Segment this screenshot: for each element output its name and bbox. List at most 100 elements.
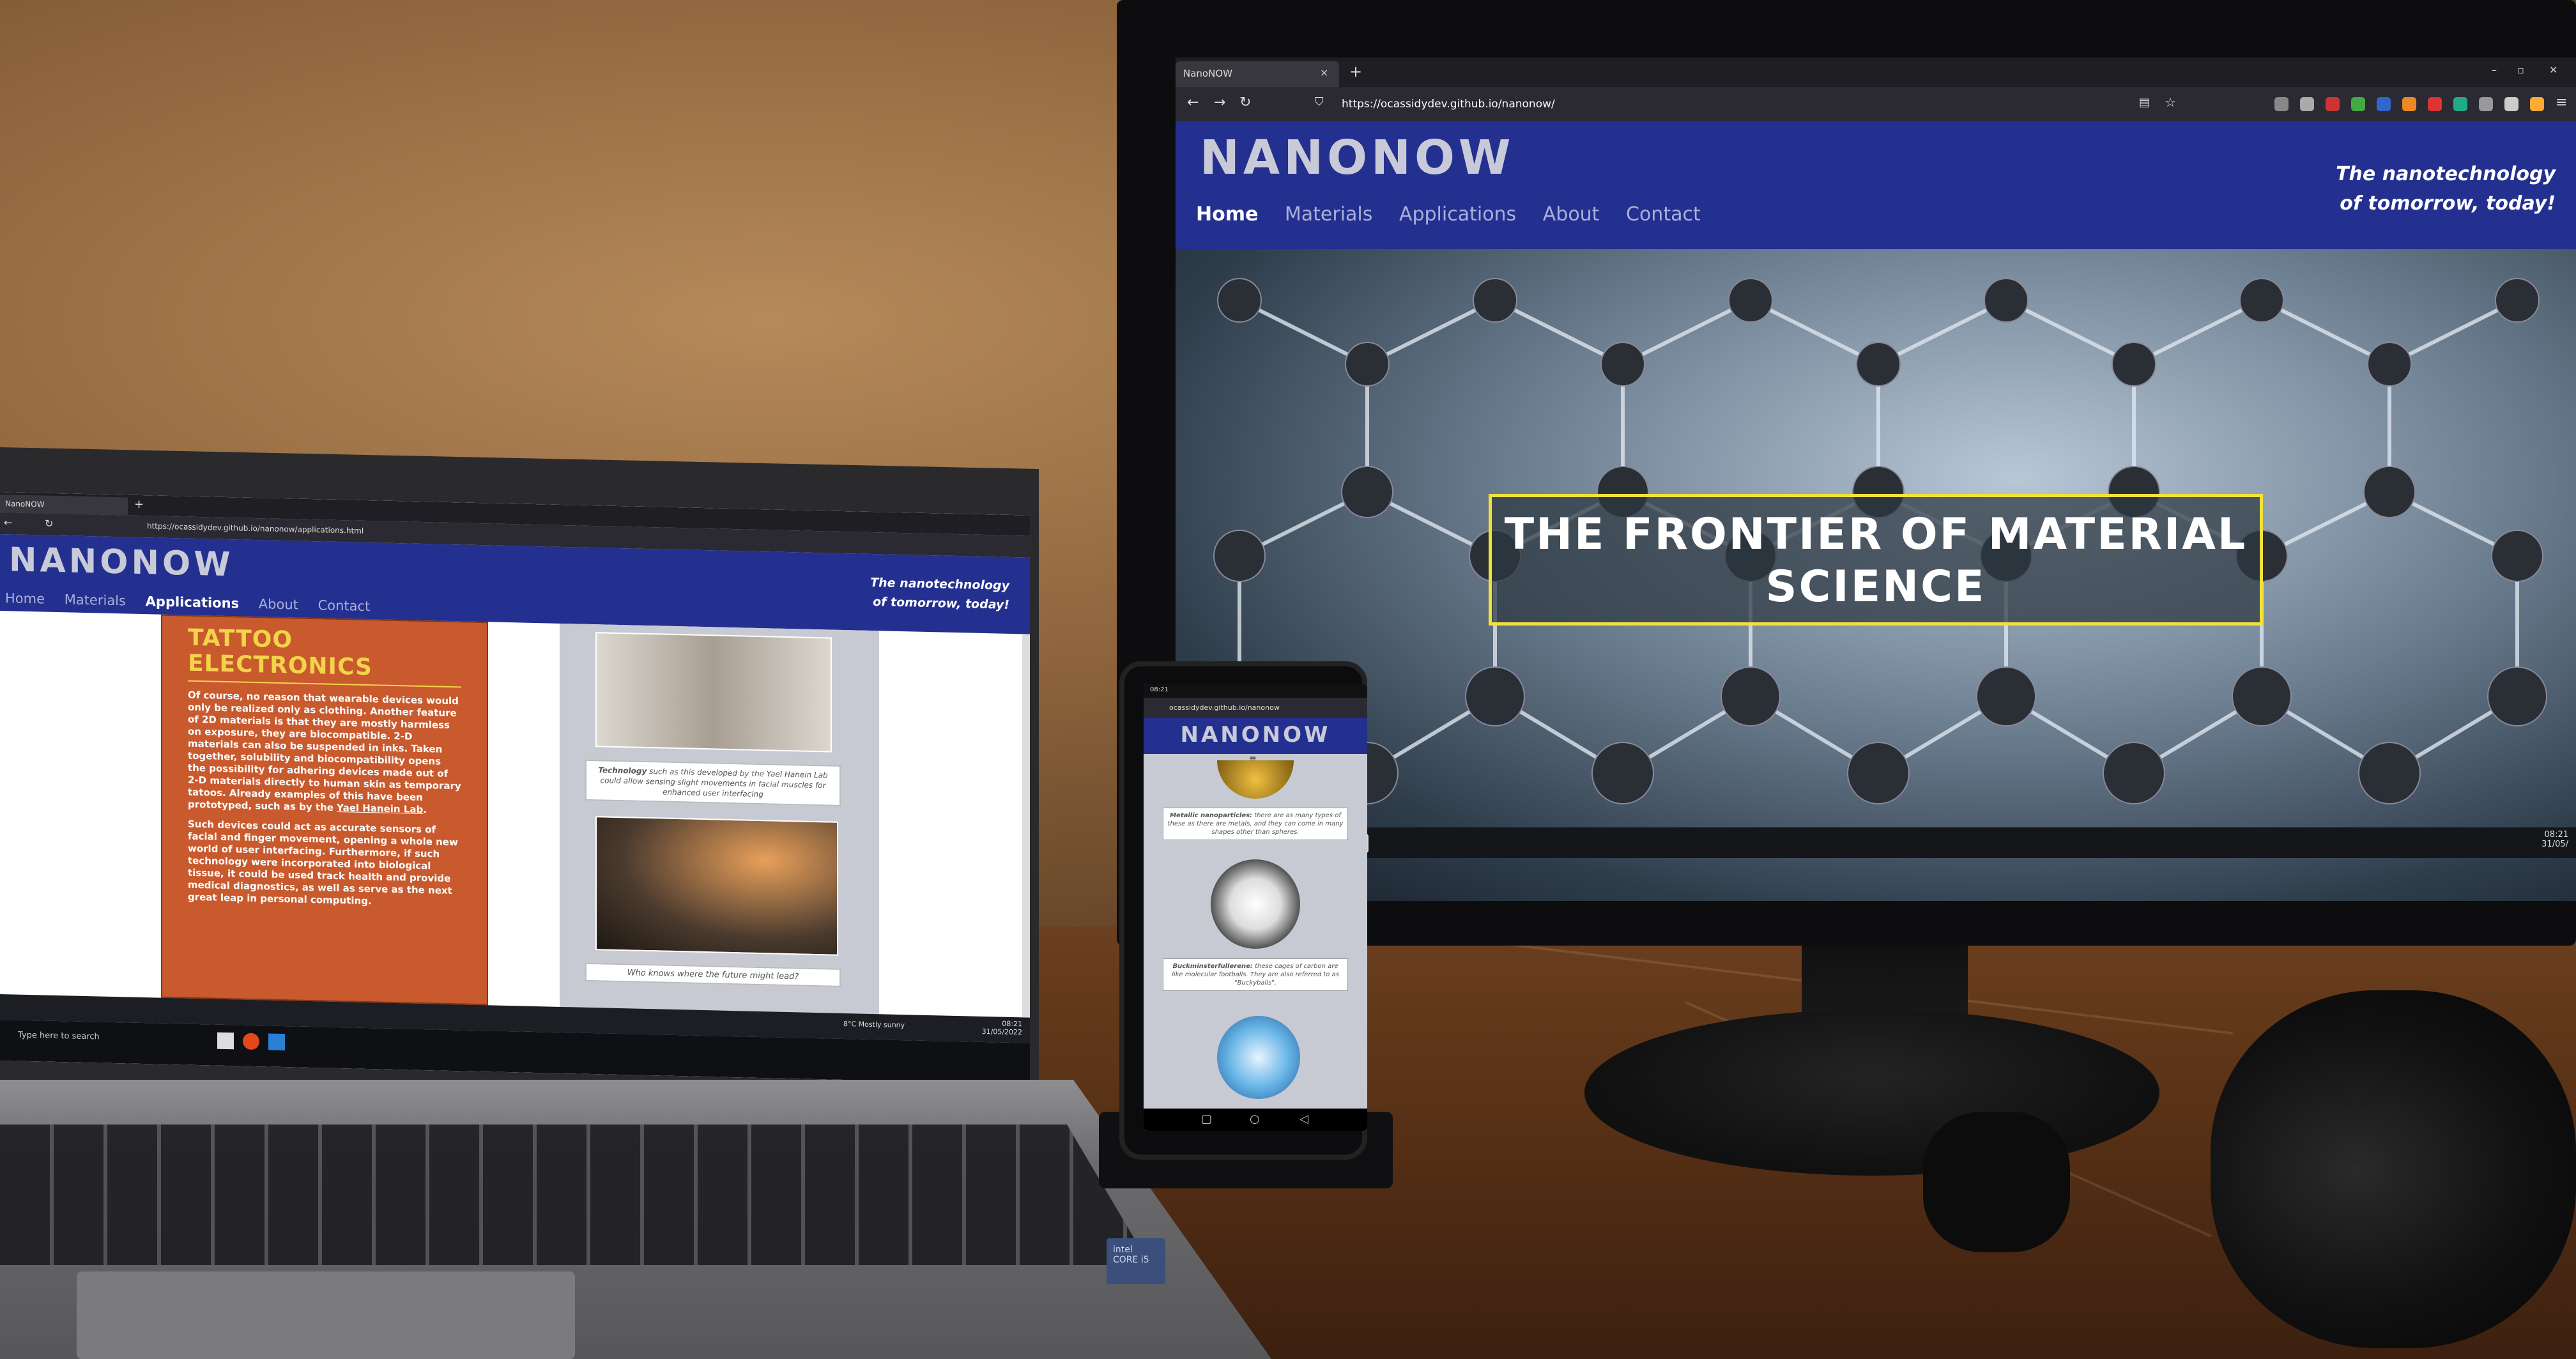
browser-tab[interactable]: NanoNOW × (1176, 61, 1339, 87)
tagline-line: of tomorrow, today! (2340, 192, 2556, 215)
site-logo[interactable]: NANONOW (9, 541, 234, 584)
image-column: Technology such as this developed by the… (560, 623, 879, 1040)
site-header: NANONOW (1144, 718, 1367, 754)
browser-tab[interactable]: NanoNOW (0, 495, 128, 516)
section-title: TATTOO ELECTRONICS (188, 625, 461, 683)
extension-icon[interactable] (2326, 97, 2340, 111)
site-logo[interactable]: NANONOW (1144, 722, 1367, 748)
nav-materials[interactable]: Materials (1285, 203, 1373, 226)
firefox-icon[interactable] (243, 1033, 259, 1050)
laptop-keyboard (0, 1125, 1150, 1265)
scrollbar[interactable] (1022, 634, 1030, 1018)
tab-title: NanoNOW (1183, 68, 1232, 79)
weather-widget[interactable]: 8°C Mostly sunny (843, 1020, 905, 1029)
new-tab-button[interactable]: + (134, 498, 144, 511)
android-nav-bar: ▢ ○ ◁ (1144, 1109, 1367, 1131)
windows-taskbar: 08:21 31/05/ (1176, 827, 2576, 858)
yael-hanein-lab-link[interactable]: Yael Hanein Lab (337, 802, 423, 815)
phone-screen: 08:21 ocassidydev.github.io/nanonow NANO… (1144, 684, 1367, 1131)
phone-address-bar[interactable]: ocassidydev.github.io/nanonow (1144, 698, 1367, 718)
nav-about[interactable]: About (259, 596, 298, 612)
main-nav: Home Materials Applications About Contac… (5, 590, 370, 614)
wrist-device-image (595, 816, 838, 956)
browser-tab-bar: NanoNOW × + – ▫ ✕ (1176, 58, 2576, 87)
taskbar-clock[interactable]: 08:21 31/05/ (2517, 830, 2568, 849)
close-window-icon[interactable]: ✕ (2549, 64, 2557, 76)
reader-view-icon[interactable]: ▤ (2139, 96, 2150, 109)
close-tab-icon[interactable]: × (1320, 66, 1328, 79)
phone-status-bar: 08:21 (1144, 684, 1367, 698)
extension-icon[interactable] (2402, 97, 2416, 111)
download-icon[interactable] (2300, 97, 2314, 111)
new-tab-button[interactable]: + (1349, 63, 1362, 81)
extension-icon[interactable] (2453, 97, 2467, 111)
extension-icon[interactable] (2428, 97, 2442, 111)
phone-content: ≡ Metallic nanoparticles: there are as m… (1144, 754, 1367, 1118)
monitor-screen: NanoNOW × + – ▫ ✕ ← → ↻ ⛉ https://ocassi… (1176, 58, 2576, 901)
site-tagline: The nanotechnology of tomorrow, today! (805, 572, 1009, 615)
address-bar[interactable]: https://ocassidydev.github.io/nanonow/ (1335, 93, 2115, 115)
nav-about[interactable]: About (1543, 203, 1600, 226)
paragraph: Such devices could act as accurate senso… (188, 818, 458, 907)
hero-title: THE FRONTIER OF MATERIAL SCIENCE (1489, 494, 2263, 626)
browser-toolbar: ← → ↻ ⛉ https://ocassidydev.github.io/na… (1176, 87, 2576, 121)
clock-time: 08:21 (2544, 830, 2568, 840)
taskbar-clock[interactable]: 08:21 31/05/2022 (971, 1018, 1022, 1037)
clock-date: 31/05/ (2542, 840, 2568, 849)
paragraph-text: Of course, no reason that wearable devic… (188, 689, 461, 813)
black-pouch (1923, 1112, 2070, 1252)
home-icon[interactable]: ○ (1250, 1112, 1260, 1126)
vscode-icon[interactable] (268, 1033, 285, 1051)
nav-contact[interactable]: Contact (1626, 203, 1701, 226)
app-icon[interactable] (217, 1032, 234, 1050)
reload-icon[interactable]: ↻ (45, 518, 53, 530)
laptop-screen: NanoNOW + ← ↻ https://ocassidydev.github… (0, 492, 1030, 1084)
bookmark-star-icon[interactable]: ☆ (2165, 95, 2176, 110)
paragraph: Of course, no reason that wearable devic… (188, 689, 461, 816)
tagline-line: of tomorrow, today! (873, 595, 1009, 612)
forward-icon[interactable]: → (1214, 95, 1225, 111)
reload-icon[interactable]: ↻ (1239, 95, 1251, 111)
buckyball-image (1211, 859, 1300, 949)
image-caption: Metallic nanoparticles: there are as man… (1163, 808, 1348, 840)
extension-icon[interactable] (2530, 97, 2544, 111)
back-icon[interactable]: ← (4, 516, 12, 528)
shield-icon[interactable]: ⛉ (1315, 95, 1324, 109)
section-title-line: ELECTRONICS (188, 650, 372, 681)
tagline-line: The nanotechnology (2336, 163, 2556, 185)
back-icon[interactable]: ← (1187, 95, 1199, 111)
main-nav: Home Materials Applications About Contac… (1196, 203, 1701, 226)
image-caption: Who knows where the future might lead? (585, 962, 841, 987)
camera-lens (2211, 990, 2576, 1348)
caption-bold: Buckminsterfullerene: (1172, 963, 1253, 970)
minimize-icon[interactable]: – (2492, 64, 2497, 76)
extension-icon[interactable] (2377, 97, 2391, 111)
image-caption: Technology such as this developed by the… (585, 759, 841, 806)
nav-applications[interactable]: Applications (146, 594, 239, 611)
laptop-touchpad (77, 1271, 575, 1359)
menu-icon[interactable]: ≡ (2556, 95, 2567, 111)
search-box[interactable]: Type here to search (4, 1026, 195, 1050)
intel-core-sticker: intel CORE i5 (1107, 1238, 1165, 1284)
extension-icon[interactable] (2274, 97, 2288, 111)
hero-title-line: THE FRONTIER OF MATERIAL (1504, 509, 2248, 560)
clock-date: 31/05/2022 (981, 1027, 1022, 1037)
site-tagline: The nanotechnology of tomorrow, today! (2262, 160, 2556, 219)
nav-applications[interactable]: Applications (1399, 203, 1516, 226)
nav-materials[interactable]: Materials (65, 592, 126, 608)
nav-home[interactable]: Home (5, 590, 45, 606)
maximize-icon[interactable]: ▫ (2517, 64, 2524, 76)
recent-apps-icon[interactable]: ▢ (1201, 1112, 1212, 1126)
face-sensor-image (595, 632, 832, 753)
extension-icon[interactable] (2351, 97, 2365, 111)
nav-home[interactable]: Home (1196, 203, 1258, 226)
hero-title-line: SCIENCE (1765, 562, 1986, 612)
caption-bold: Metallic nanoparticles: (1170, 812, 1253, 819)
extension-icon[interactable] (2504, 97, 2518, 111)
extension-icon[interactable] (2479, 97, 2493, 111)
nav-contact[interactable]: Contact (318, 597, 371, 614)
back-icon[interactable]: ◁ (1300, 1112, 1308, 1126)
site-logo[interactable]: NANONOW (1200, 130, 1515, 185)
image-caption: Buckminsterfullerene: these cages of car… (1163, 958, 1348, 991)
hero-banner: THE FRONTIER OF MATERIAL SCIENCE (1176, 249, 2576, 901)
